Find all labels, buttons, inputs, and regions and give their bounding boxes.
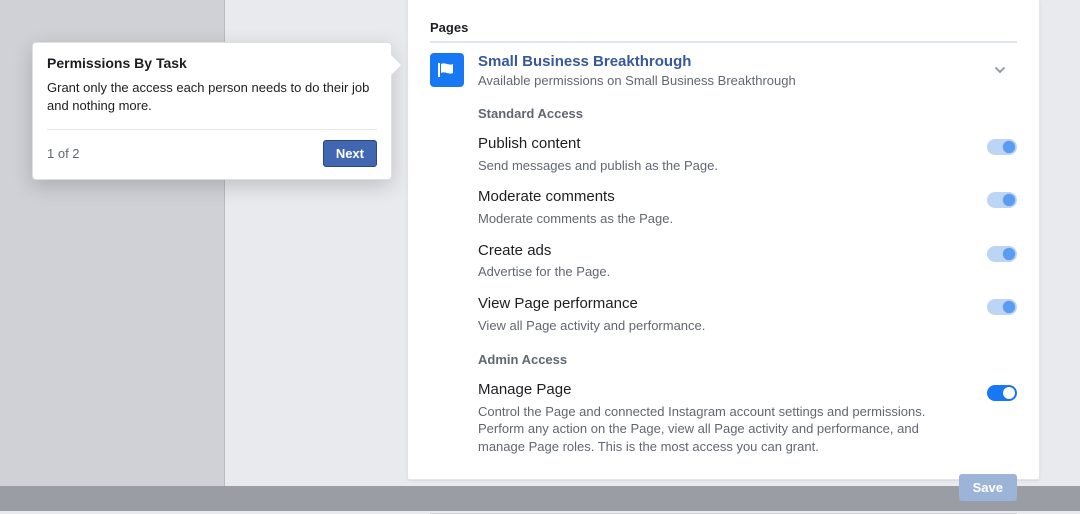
chevron-down-icon[interactable] [993, 63, 1007, 82]
perm-desc: Control the Page and connected Instagram… [478, 403, 963, 456]
toggle-manage-page[interactable] [987, 385, 1017, 401]
save-button[interactable]: Save [959, 474, 1017, 501]
perm-create-ads: Create ads Advertise for the Page. [478, 242, 1017, 281]
toggle-create-ads[interactable] [987, 246, 1017, 262]
perm-view-performance: View Page performance View all Page acti… [478, 295, 1017, 334]
pages-section-header: Pages [430, 20, 1017, 35]
tip-step-indicator: 1 of 2 [47, 146, 80, 161]
next-button[interactable]: Next [323, 140, 377, 167]
tip-body: Grant only the access each person needs … [47, 79, 377, 115]
permissions-panel: Pages Small Business Breakthrough Availa… [407, 0, 1040, 480]
admin-access-list: Manage Page Control the Page and connect… [478, 381, 1017, 455]
toggle-moderate-comments[interactable] [987, 192, 1017, 208]
panel-bottom-rule [430, 513, 1017, 514]
toggle-publish-content[interactable] [987, 139, 1017, 155]
perm-title: View Page performance [478, 295, 963, 314]
perm-desc: Send messages and publish as the Page. [478, 157, 963, 175]
page-subtitle: Available permissions on Small Business … [478, 73, 1017, 88]
toggle-view-performance[interactable] [987, 299, 1017, 315]
perm-desc: Moderate comments as the Page. [478, 210, 963, 228]
perm-moderate-comments: Moderate comments Moderate comments as t… [478, 188, 1017, 227]
tip-divider [47, 129, 377, 130]
perm-desc: Advertise for the Page. [478, 263, 963, 281]
perm-desc: View all Page activity and performance. [478, 317, 963, 335]
page-name[interactable]: Small Business Breakthrough [478, 53, 1017, 71]
permissions-tip-card: Permissions By Task Grant only the acces… [32, 42, 392, 180]
standard-access-list: Publish content Send messages and publis… [478, 135, 1017, 334]
standard-access-heading: Standard Access [478, 106, 1017, 121]
page-meta: Small Business Breakthrough Available pe… [478, 53, 1017, 88]
perm-title: Publish content [478, 135, 963, 154]
panel-top-rule [430, 41, 1017, 43]
perm-title: Create ads [478, 242, 963, 261]
admin-access-heading: Admin Access [478, 352, 1017, 367]
perm-title: Manage Page [478, 381, 963, 400]
perm-manage-page: Manage Page Control the Page and connect… [478, 381, 1017, 455]
perm-title: Moderate comments [478, 188, 963, 207]
tip-title: Permissions By Task [47, 55, 377, 71]
flag-icon [430, 53, 464, 87]
page-row[interactable]: Small Business Breakthrough Available pe… [430, 53, 1017, 88]
perm-publish-content: Publish content Send messages and publis… [478, 135, 1017, 174]
